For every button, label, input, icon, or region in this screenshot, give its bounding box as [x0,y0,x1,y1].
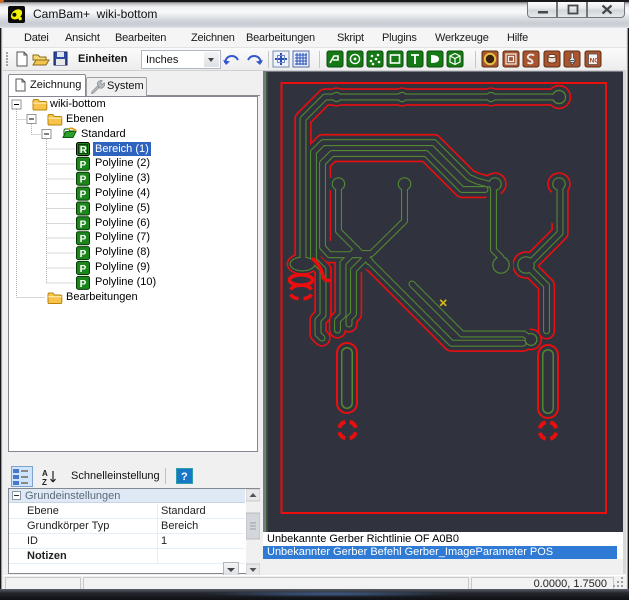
svg-text:R: R [80,145,88,156]
svg-text:NC: NC [590,58,600,65]
svg-text:A: A [42,469,48,478]
svg-text:Z: Z [42,478,47,487]
svg-text:?: ? [181,471,188,483]
